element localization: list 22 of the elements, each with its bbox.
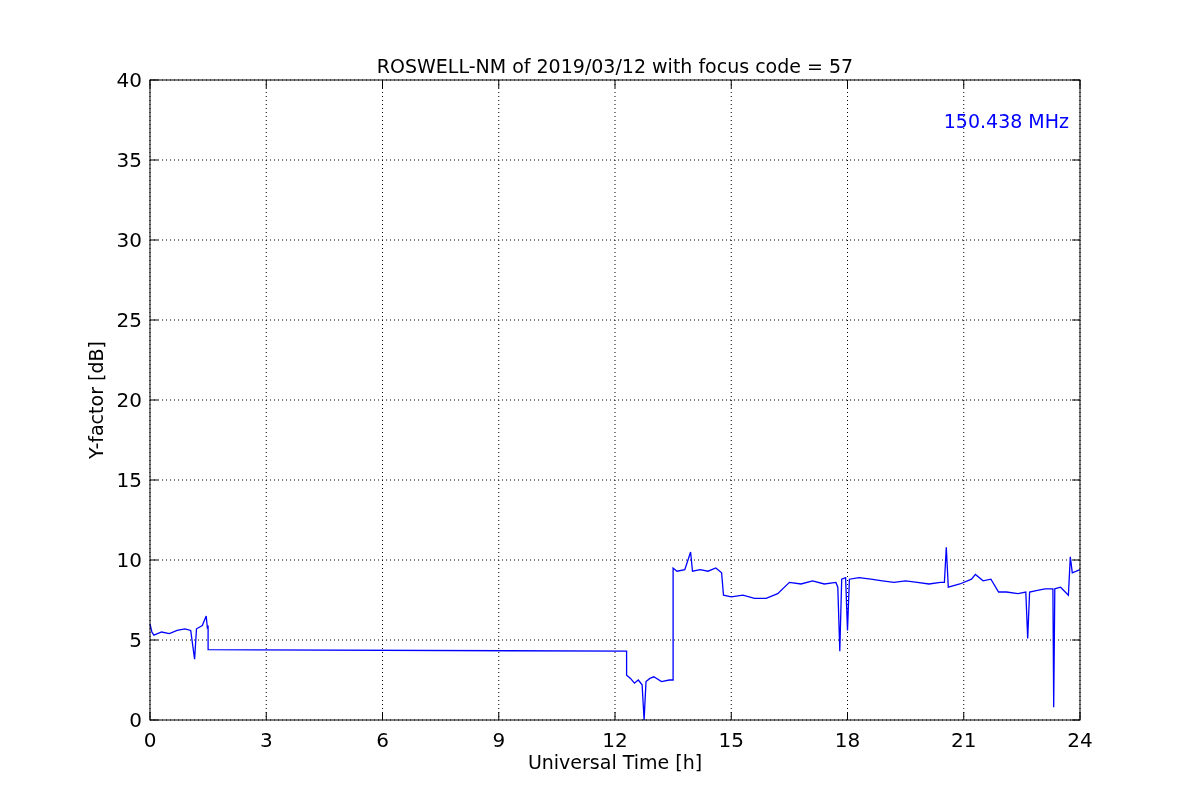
chart-title: ROSWELL-NM of 2019/03/12 with focus code = 57 <box>376 55 854 77</box>
x-tick-label: 18 <box>834 728 861 752</box>
x-axis-label: Universal Time [h] <box>527 751 703 773</box>
y-tick-label: 10 <box>116 548 142 572</box>
y-tick-label: 40 <box>116 68 142 92</box>
y-tick-label: 20 <box>116 388 142 412</box>
x-tick-label: 21 <box>951 728 977 752</box>
x-tick-label: 3 <box>259 728 273 752</box>
y-tick-label: 30 <box>116 228 142 252</box>
x-tick-label: 15 <box>718 728 744 752</box>
y-axis-label: Y-factor [dB] <box>85 341 107 459</box>
y-tick-label: 15 <box>116 468 142 492</box>
x-tick-label: 24 <box>1067 728 1093 752</box>
y-tick-label: 35 <box>116 148 142 172</box>
y-tick-label: 0 <box>129 708 142 732</box>
series-label: 150.438 MHz <box>943 110 1069 132</box>
x-tick-label: 12 <box>602 728 628 752</box>
y-tick-label: 5 <box>129 628 142 652</box>
x-tick-label: 9 <box>492 728 506 752</box>
x-tick-label: 6 <box>376 728 389 752</box>
x-tick-label: 0 <box>143 728 157 752</box>
y-tick-label: 25 <box>116 308 142 332</box>
